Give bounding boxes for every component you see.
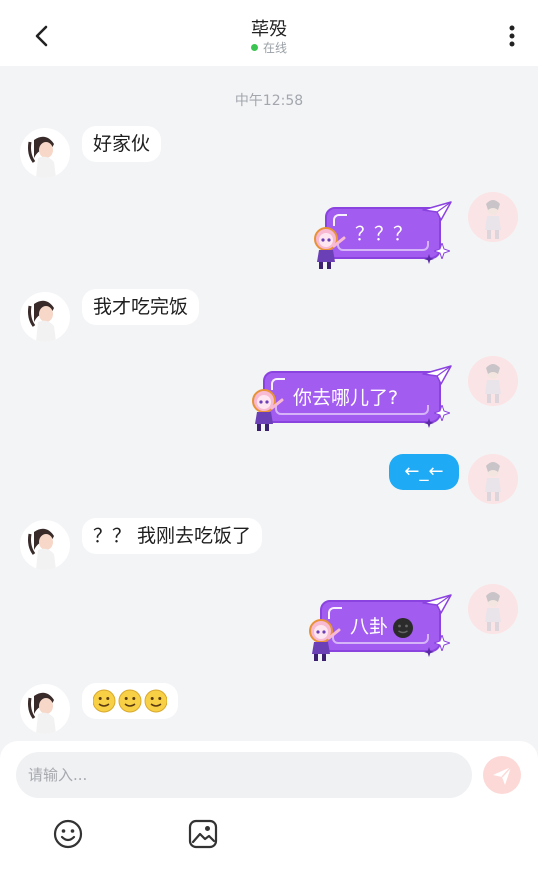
message-timestamp: 中午12:58 (234, 93, 304, 109)
bubble-corner-decoration (333, 214, 347, 226)
message-bubble-incoming[interactable]: 好家伙 (82, 126, 162, 162)
send-button[interactable] (483, 756, 521, 794)
contact-name: 荜殁 (251, 19, 287, 40)
image-icon[interactable] (187, 818, 219, 850)
paper-plane-decoration-icon (422, 594, 452, 614)
my-avatar[interactable] (468, 584, 518, 634)
online-status: 在线 (0, 39, 538, 56)
online-status-label: 在线 (262, 41, 287, 55)
contact-avatar[interactable] (20, 128, 70, 178)
more-vertical-icon[interactable] (500, 22, 524, 50)
paper-plane-decoration-icon (422, 365, 452, 385)
online-dot-icon (250, 44, 258, 51)
contact-avatar[interactable] (20, 684, 70, 734)
sparkle-icon (434, 243, 450, 259)
smiley-emoji-row-icon (93, 689, 167, 713)
my-avatar[interactable] (468, 192, 518, 242)
contact-avatar[interactable] (20, 292, 70, 342)
message-text: 你去哪儿了? (293, 387, 399, 409)
sparkle-icon (424, 647, 434, 657)
paper-plane-decoration-icon (422, 201, 452, 221)
chat-header: 荜殁 在线 (0, 0, 538, 66)
message-bubble-outgoing[interactable]: ←_← (389, 454, 459, 490)
message-bubble-incoming[interactable]: 🙂🙂🙂 (82, 683, 178, 719)
message-text: ？？？ (355, 223, 413, 245)
smile-icon[interactable] (52, 818, 84, 850)
mascot-sticker-icon (309, 619, 341, 661)
message-bubble-incoming[interactable]: ？？ 我刚去吃饭了 (82, 518, 263, 554)
sparkle-icon (434, 635, 450, 651)
message-bubble-incoming[interactable]: 我才吃完饭 (82, 289, 200, 325)
send-icon (493, 766, 512, 785)
my-avatar[interactable] (468, 454, 518, 504)
sparkle-icon (424, 418, 434, 428)
message-text: 八卦 (350, 616, 389, 638)
mascot-sticker-icon (314, 227, 346, 269)
sparkle-icon (424, 254, 434, 264)
message-input[interactable] (16, 752, 472, 798)
contact-avatar[interactable] (20, 520, 70, 570)
mascot-sticker-icon (252, 389, 284, 431)
sparkle-icon (434, 405, 450, 421)
message-bubble-outgoing[interactable]: 你去哪儿了? (263, 371, 441, 423)
my-avatar[interactable] (468, 356, 518, 406)
dark-face-emoji-icon (393, 618, 413, 638)
